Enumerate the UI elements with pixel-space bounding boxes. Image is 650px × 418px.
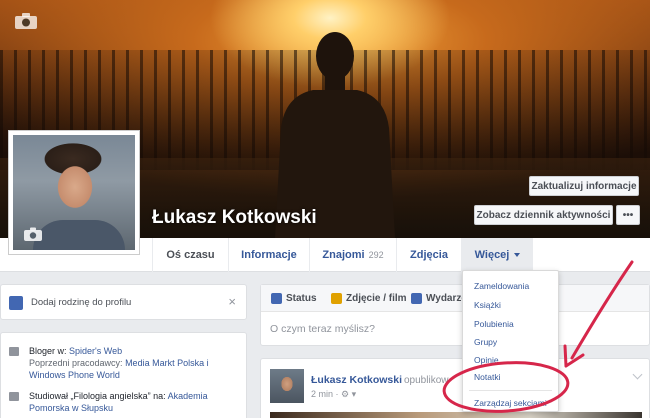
briefcase-icon [9, 347, 19, 356]
family-icon [9, 296, 23, 310]
camera-icon[interactable] [14, 12, 38, 30]
menu-item-checkins[interactable]: Zameldowania [474, 281, 529, 291]
more-dropdown-menu: Zameldowania Książki Polubienia Grupy Op… [462, 270, 559, 412]
pencil-icon [271, 293, 282, 304]
menu-item-notes[interactable]: Notatki [474, 372, 500, 382]
menu-item-likes[interactable]: Polubienia [474, 319, 514, 329]
menu-separator [469, 390, 552, 391]
tab-photos[interactable]: Zdjęcia [396, 238, 461, 272]
tab-about[interactable]: Informacje [228, 238, 309, 272]
tab-timeline[interactable]: Oś czasu [152, 238, 228, 272]
menu-item-manage-sections[interactable]: Zarządzaj sekcjami [474, 398, 547, 408]
work-link[interactable]: Spider's Web [69, 346, 122, 356]
menu-item-reviews[interactable]: Opinie [474, 355, 499, 365]
close-icon[interactable]: × [228, 294, 236, 309]
chevron-down-icon[interactable] [632, 369, 643, 380]
post-author[interactable]: Łukasz Kotkowski [311, 374, 402, 386]
post-action-text: opublikow [404, 375, 449, 386]
profile-name[interactable]: Łukasz Kotkowski [152, 207, 317, 229]
intro-card: Bloger w: Spider's Web Poprzedni pracoda… [0, 332, 247, 418]
activity-log-button[interactable]: Zobacz dziennik aktywności [474, 205, 613, 225]
tab-friends[interactable]: Znajomi 292 [309, 238, 396, 272]
status-composer: Status Zdjęcie / film Wydarzen O czym te… [260, 284, 650, 346]
composer-tabs: Status Zdjęcie / film Wydarzen [261, 285, 649, 312]
caret-down-icon [514, 253, 521, 257]
profile-picture[interactable] [8, 130, 140, 255]
education-item: Studiował „Filologia angielska” na: Akad… [9, 390, 239, 414]
graduation-cap-icon [9, 392, 19, 401]
menu-item-groups[interactable]: Grupy [474, 337, 497, 347]
cover-silhouette [275, 32, 395, 238]
menu-item-books[interactable]: Książki [474, 300, 501, 310]
photo-icon [331, 293, 342, 304]
tab-more[interactable]: Więcej [461, 238, 533, 272]
add-family-card[interactable]: Dodaj rodzinę do profilu × [0, 284, 247, 320]
avatar[interactable] [270, 369, 304, 403]
composer-tab-photo[interactable]: Zdjęcie / film [331, 293, 407, 304]
update-info-button[interactable]: Zaktualizuj informacje [529, 176, 639, 196]
more-options-button[interactable]: ••• [616, 205, 640, 225]
camera-icon[interactable] [23, 227, 43, 242]
add-family-label: Dodaj rodzinę do profilu [31, 297, 132, 308]
post-timestamp[interactable]: 2 min · ⚙ ▾ [311, 389, 356, 400]
work-item: Bloger w: Spider's Web Poprzedni pracoda… [9, 345, 239, 381]
avatar [13, 135, 135, 250]
status-input[interactable]: O czym teraz myślisz? [270, 323, 375, 335]
post-image[interactable] [270, 412, 642, 418]
friends-count: 292 [368, 250, 384, 260]
composer-tab-status[interactable]: Status [271, 293, 317, 304]
timeline-post: Łukasz Kotkowski opublikow 2 min · ⚙ ▾ [260, 358, 650, 418]
event-icon [411, 293, 422, 304]
